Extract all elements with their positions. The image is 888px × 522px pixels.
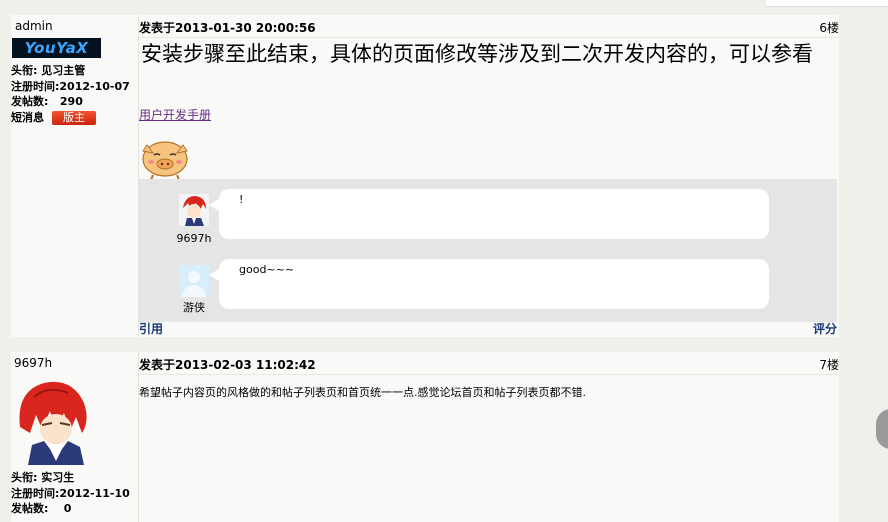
author-title: 头衔: 实习生 — [11, 471, 75, 484]
author-name[interactable]: 9697h — [14, 356, 52, 370]
floor-number[interactable]: 7楼 — [819, 356, 839, 373]
post-7: 9697h 头衔: 实习生 注册时间:2012-11-10 发帖数: 0 发表于… — [11, 352, 839, 522]
comment-bubble: ! — [209, 189, 769, 239]
commenter-avatar-9697h[interactable] — [179, 194, 209, 226]
comment-bubble: good~~~ — [209, 259, 769, 309]
dev-manual-link[interactable]: 用户开发手册 — [139, 106, 211, 123]
post-actions: 引用 评分 — [139, 320, 837, 337]
comment-area: 9697h ! 游侠 good~~~ — [139, 179, 837, 322]
post-content: 希望帖子内容页的风格做的和帖子列表页和首页统一一点.感觉论坛首页和帖子列表页都不… — [139, 386, 586, 399]
commenter-name[interactable]: 游侠 — [164, 299, 224, 315]
header-divider — [139, 374, 839, 375]
post-6: admin YouYaX 头衔: 见习主管 注册时间:2012-10-07 发帖… — [11, 15, 839, 337]
top-edge — [766, 0, 888, 7]
posts-count: 290 — [59, 95, 83, 108]
commenter-avatar-guest[interactable] — [179, 265, 209, 297]
author-regdate: 注册时间:2012-11-10 — [11, 487, 130, 500]
comment-text: good~~~ — [239, 263, 295, 276]
rate-button[interactable]: 评分 — [813, 320, 837, 337]
message-label[interactable]: 短消息 — [11, 111, 44, 124]
post-body: 发表于2013-02-03 11:02:42 7楼 希望帖子内容页的风格做的和帖… — [139, 352, 839, 522]
author-postcount: 发帖数: 290 — [11, 94, 83, 110]
author-title: 头衔: 见习主管 — [11, 64, 86, 77]
post-body: 发表于2013-01-30 20:00:56 6楼 安装步骤至此结束，具体的页面… — [139, 15, 839, 337]
post-separator — [11, 337, 839, 352]
pig-emoticon-icon — [142, 141, 188, 181]
author-avatar-logo: YouYaX — [12, 38, 101, 58]
moderator-badge: 版主 — [52, 111, 96, 125]
posts-label: 发帖数: — [11, 502, 49, 515]
posts-count: 0 — [63, 502, 72, 515]
author-name[interactable]: admin — [15, 19, 53, 33]
posts-label: 发帖数: — [11, 95, 49, 108]
post-content: 安装步骤至此结束，具体的页面修改等涉及到二次开发内容的，可以参看 — [141, 42, 813, 66]
author-postcount: 发帖数: 0 — [11, 501, 71, 517]
post-meta: 发表于2013-01-30 20:00:56 — [139, 21, 316, 35]
author-regdate: 注册时间:2012-10-07 — [11, 80, 130, 93]
author-avatar[interactable] — [14, 377, 92, 465]
quote-button[interactable]: 引用 — [139, 322, 163, 336]
comment-text: ! — [239, 193, 244, 206]
author-message-row: 短消息 版主 — [11, 110, 96, 126]
author-panel: 9697h 头衔: 实习生 注册时间:2012-11-10 发帖数: 0 — [11, 352, 139, 522]
commenter-name[interactable]: 9697h — [164, 232, 224, 245]
post-meta: 发表于2013-02-03 11:02:42 — [139, 358, 316, 372]
scroll-handle[interactable] — [876, 409, 888, 449]
floor-number[interactable]: 6楼 — [819, 19, 839, 36]
header-divider — [139, 37, 839, 38]
author-panel: admin YouYaX 头衔: 见习主管 注册时间:2012-10-07 发帖… — [11, 15, 139, 337]
